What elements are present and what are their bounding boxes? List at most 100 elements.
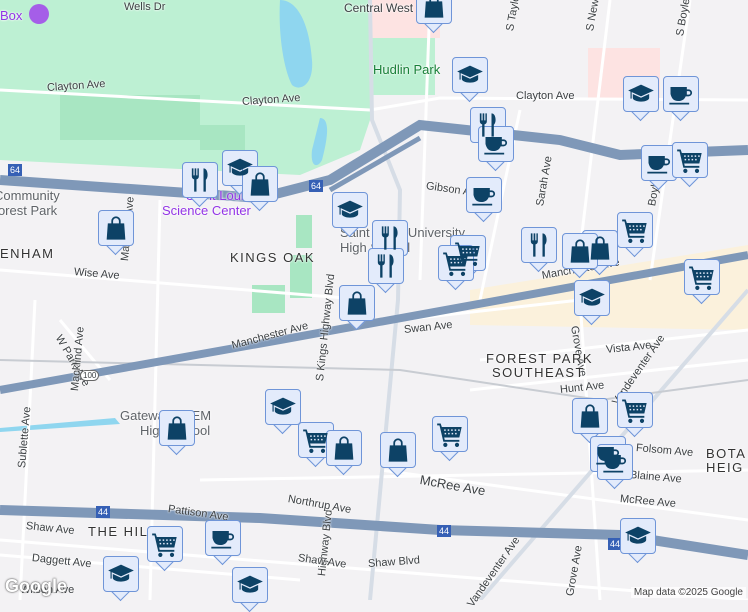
grocery-marker[interactable] <box>672 142 708 188</box>
coffee-cup-icon <box>482 130 510 158</box>
marker-body <box>617 212 653 248</box>
marker-body <box>182 162 218 198</box>
marker-body <box>641 145 677 181</box>
shopping-marker[interactable] <box>562 233 598 279</box>
coffee-cup-icon <box>470 181 498 209</box>
marker-body <box>265 389 301 425</box>
marker-body <box>242 166 278 202</box>
marker-body <box>574 280 610 316</box>
marker-body <box>298 422 334 458</box>
shopping-marker[interactable] <box>380 432 416 478</box>
marker-body <box>380 432 416 468</box>
shopping-bag-icon <box>384 436 412 464</box>
marker-body <box>562 233 598 269</box>
shopping-cart-icon <box>436 420 464 448</box>
shopping-bag-icon <box>343 289 371 317</box>
interstate-44-shield: 44 <box>96 506 111 518</box>
canal <box>0 418 120 432</box>
shopping-marker[interactable] <box>98 210 134 256</box>
cafe-marker[interactable] <box>597 444 633 490</box>
school-marker[interactable] <box>620 518 656 564</box>
school-marker[interactable] <box>332 192 368 238</box>
shopping-cart-icon <box>442 249 470 277</box>
coffee-cup-icon <box>601 448 629 476</box>
marker-body <box>332 192 368 228</box>
marker-body <box>623 76 659 112</box>
marker-body <box>672 142 708 178</box>
marker-body <box>205 520 241 556</box>
shopping-cart-icon <box>621 216 649 244</box>
marker-body <box>620 518 656 554</box>
shopping-marker[interactable] <box>339 285 375 331</box>
graduation-cap-icon <box>456 61 484 89</box>
camera-icon <box>29 4 49 24</box>
marker-body <box>438 245 474 281</box>
marker-body <box>339 285 375 321</box>
graduation-cap-icon <box>269 393 297 421</box>
shopping-marker[interactable] <box>416 0 452 34</box>
school-marker[interactable] <box>232 567 268 612</box>
cafe-marker[interactable] <box>466 177 502 223</box>
poi-label-community[interactable]: Community <box>0 188 60 203</box>
graduation-cap-icon <box>336 196 364 224</box>
marker-body <box>232 567 268 603</box>
marker-body <box>159 410 195 446</box>
marker-body <box>572 398 608 434</box>
school-marker[interactable] <box>265 389 301 435</box>
neighborhood-label: SOUTHEAST <box>492 365 585 380</box>
graduation-cap-icon <box>236 571 264 599</box>
grocery-marker[interactable] <box>438 245 474 291</box>
shopping-cart-icon <box>151 530 179 558</box>
neighborhood-label: HEIG <box>706 460 744 475</box>
marker-body <box>372 220 408 256</box>
map-attribution[interactable]: Map data ©2025 Google <box>630 587 746 598</box>
restaurant-marker[interactable] <box>521 227 557 273</box>
poi-label-box[interactable]: Box <box>0 8 22 23</box>
poi-label-central-west[interactable]: Central West <box>344 1 413 15</box>
interstate-44-shield: 44 <box>437 525 452 537</box>
cafe-marker[interactable] <box>205 520 241 566</box>
marker-body <box>478 126 514 162</box>
coffee-cup-icon <box>667 80 695 108</box>
grocery-marker[interactable] <box>147 526 183 572</box>
shopping-bag-icon <box>420 0 448 20</box>
marker-body <box>368 248 404 284</box>
coffee-cup-icon <box>209 524 237 552</box>
shopping-bag-icon <box>566 237 594 265</box>
marker-body <box>663 76 699 112</box>
marker-body <box>684 259 720 295</box>
school-marker[interactable] <box>452 57 488 103</box>
neighborhood-label: ENHAM <box>0 246 55 261</box>
poi-label-hudlin-park[interactable]: Hudlin Park <box>373 62 440 77</box>
cafe-marker[interactable] <box>478 126 514 172</box>
shopping-cart-icon <box>302 426 330 454</box>
grocery-marker[interactable] <box>432 416 468 462</box>
grocery-marker[interactable] <box>617 212 653 258</box>
shopping-marker[interactable] <box>159 410 195 456</box>
restaurant-marker[interactable] <box>182 162 218 208</box>
school-marker[interactable] <box>623 76 659 122</box>
shopping-bag-icon <box>163 414 191 442</box>
shopping-bag-icon <box>330 434 358 462</box>
route-100-shield: 100 <box>80 370 100 381</box>
grocery-marker[interactable] <box>684 259 720 305</box>
poi-label-community[interactable]: Forest Park <box>0 203 57 218</box>
fork-knife-icon <box>376 224 404 252</box>
school-marker[interactable] <box>574 280 610 326</box>
shopping-bag-icon <box>102 214 130 242</box>
marker-body <box>416 0 452 24</box>
grocery-marker[interactable] <box>617 392 653 438</box>
shopping-marker[interactable] <box>326 430 362 476</box>
cafe-marker[interactable] <box>663 76 699 122</box>
shopping-cart-icon <box>688 263 716 291</box>
shopping-marker[interactable] <box>242 166 278 212</box>
school-marker[interactable] <box>103 556 139 602</box>
fork-knife-icon <box>372 252 400 280</box>
shopping-cart-icon <box>621 396 649 424</box>
neighborhood-label: KINGS OAK <box>230 250 316 265</box>
marker-body <box>147 526 183 562</box>
shopping-cart-icon <box>676 146 704 174</box>
marker-body <box>103 556 139 592</box>
marker-body <box>597 444 633 480</box>
graduation-cap-icon <box>578 284 606 312</box>
